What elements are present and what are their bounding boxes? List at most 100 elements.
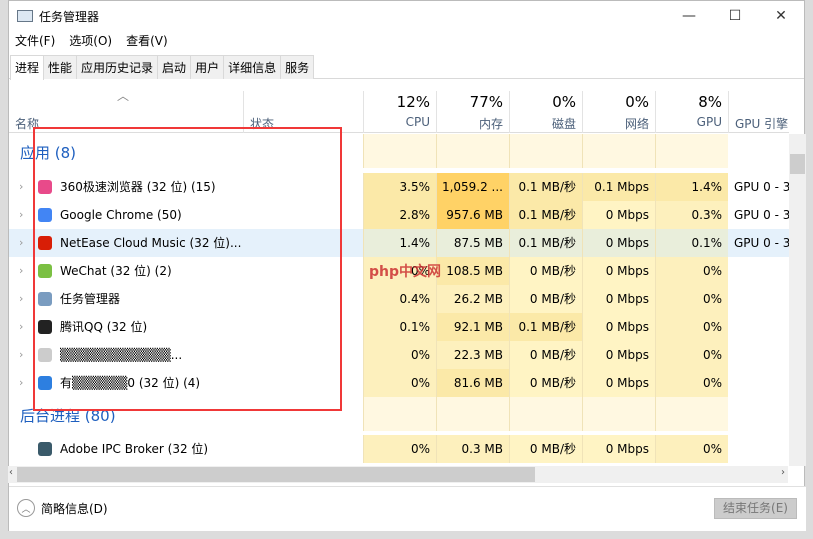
- process-row[interactable]: › ▒▒▒▒▒▒▒▒▒▒▒▒... 0% 22.3 MB 0 MB/秒 0 Mbps 0%: [9, 341, 789, 369]
- window-title: 任务管理器: [39, 9, 100, 24]
- watermark: php中文网: [369, 264, 442, 280]
- close-button[interactable]: ✕: [758, 1, 804, 31]
- gpu-value: 0%: [655, 285, 728, 313]
- empty-cell: [582, 134, 655, 168]
- gpu-engine-value: GPU 0 - 3: [734, 180, 789, 194]
- cpu-value: 3.5%: [363, 173, 436, 201]
- disk-value: 0 MB/秒: [509, 341, 582, 369]
- net-value: 0 Mbps: [582, 435, 655, 463]
- process-row[interactable]: › NetEase Cloud Music (32 位)... 1.4% 87.5 M…: [9, 229, 789, 257]
- gpu-engine-value: [728, 369, 789, 397]
- process-name: 360极速浏览器 (32 位) (15): [60, 180, 216, 194]
- 360-browser-icon: [38, 180, 52, 194]
- process-row[interactable]: › 有▒▒▒▒▒▒0 (32 位) (4) 0% 81.6 MB 0 MB/秒 0 Mbp…: [9, 369, 789, 397]
- col-disk[interactable]: 0% 磁盘: [509, 91, 582, 133]
- process-row[interactable]: › 任务管理器 0.4% 26.2 MB 0 MB/秒 0 Mbps 0%: [9, 285, 789, 313]
- gpu-engine-value: [728, 313, 789, 341]
- group-apps: 应用 (8): [9, 134, 789, 168]
- process-name: 有▒▒▒▒▒▒0 (32 位) (4): [60, 376, 201, 390]
- cpu-value: 1.4%: [363, 229, 436, 257]
- col-status[interactable]: 状态: [243, 91, 363, 133]
- wechat-icon: [38, 264, 52, 278]
- tab-details[interactable]: 详细信息: [223, 55, 282, 79]
- col-gpu-engine[interactable]: GPU 引擎: [728, 91, 798, 133]
- tab-users[interactable]: 用户: [190, 55, 225, 79]
- process-list: 应用 (8) › 360极速浏览器 (32 位) (15) 3.5% 1,059.2 .…: [9, 134, 789, 466]
- empty-cell: [509, 397, 582, 431]
- disk-value: 0 MB/秒: [509, 369, 582, 397]
- process-name: 任务管理器: [60, 292, 121, 306]
- empty-cell: [655, 397, 728, 431]
- expand-chevron-icon[interactable]: ›: [19, 369, 23, 397]
- horizontal-scrollbar[interactable]: ‹ ›: [8, 466, 788, 483]
- mem-value: 108.5 MB: [436, 257, 509, 285]
- tab-services[interactable]: 服务: [280, 55, 315, 79]
- mem-value: 26.2 MB: [436, 285, 509, 313]
- process-row[interactable]: › Google Chrome (50) 2.8% 957.6 MB 0.1 MB/秒 0…: [9, 201, 789, 229]
- process-name: 腾讯QQ (32 位): [60, 320, 148, 334]
- fewer-details-label: 简略信息(D): [41, 501, 108, 516]
- disk-value: 0.1 MB/秒: [509, 173, 582, 201]
- menu-view[interactable]: 查看(V): [126, 32, 168, 49]
- mem-value: 1,059.2 ...: [436, 173, 509, 201]
- gpu-value: 0.1%: [655, 229, 728, 257]
- task-manager-window: 任务管理器 — ☐ ✕ 文件(F) 选项(O) 查看(V) 进程 性能 应用历史…: [8, 0, 806, 531]
- empty-cell: [582, 397, 655, 431]
- tab-performance[interactable]: 性能: [43, 55, 78, 79]
- expand-chevron-icon[interactable]: ›: [19, 257, 23, 285]
- gpu-value: 0%: [655, 257, 728, 285]
- blue-app-icon: [38, 376, 52, 390]
- cpu-value: 0.1%: [363, 313, 436, 341]
- cpu-value: 0%: [363, 369, 436, 397]
- fewer-details-button[interactable]: ︿ 简略信息(D): [17, 499, 108, 517]
- menu-options[interactable]: 选项(O): [69, 32, 112, 49]
- gpu-engine-value: [728, 341, 789, 369]
- qq-icon: [38, 320, 52, 334]
- expand-chevron-icon[interactable]: ›: [19, 313, 23, 341]
- task-manager-icon: [17, 10, 33, 22]
- cpu-value: 0%: [363, 341, 436, 369]
- col-network[interactable]: 0% 网络: [582, 91, 655, 133]
- disk-value: 0 MB/秒: [509, 285, 582, 313]
- gpu-engine-value: [728, 435, 789, 463]
- empty-cell: [363, 134, 436, 168]
- tab-bar: 进程 性能 应用历史记录 启动 用户 详细信息 服务: [10, 55, 315, 80]
- gpu-value: 0%: [655, 313, 728, 341]
- expand-chevron-icon[interactable]: ›: [19, 285, 23, 313]
- tab-startup[interactable]: 启动: [157, 55, 192, 79]
- net-value: 0 Mbps: [582, 201, 655, 229]
- gpu-value: 0%: [655, 369, 728, 397]
- col-gpu[interactable]: 8% GPU: [655, 91, 728, 133]
- col-memory[interactable]: 77% 内存: [436, 91, 509, 133]
- gpu-value: 0%: [655, 435, 728, 463]
- menu-file[interactable]: 文件(F): [15, 32, 55, 49]
- expand-chevron-icon[interactable]: ›: [19, 341, 23, 369]
- expand-chevron-icon[interactable]: ›: [19, 173, 23, 201]
- vertical-scrollbar[interactable]: [789, 134, 806, 466]
- footer: ︿ 简略信息(D) 结束任务(E): [9, 486, 806, 531]
- process-row[interactable]: Adobe IPC Broker (32 位) 0% 0.3 MB 0 MB/秒 0 M…: [9, 435, 789, 463]
- process-name: Google Chrome (50): [60, 208, 182, 222]
- adobe-ipc-icon: [38, 442, 52, 456]
- tab-app-history[interactable]: 应用历史记录: [76, 55, 159, 79]
- process-row[interactable]: › 腾讯QQ (32 位) 0.1% 92.1 MB 0.1 MB/秒 0 Mbps 0%: [9, 313, 789, 341]
- process-row[interactable]: › 360极速浏览器 (32 位) (15) 3.5% 1,059.2 ... 0.1 …: [9, 173, 789, 201]
- expand-chevron-icon[interactable]: ›: [19, 201, 23, 229]
- minimize-button[interactable]: —: [666, 1, 712, 31]
- net-value: 0 Mbps: [582, 369, 655, 397]
- col-name[interactable]: 名称: [15, 115, 39, 132]
- process-name: Adobe IPC Broker (32 位): [60, 442, 209, 456]
- mem-value: 87.5 MB: [436, 229, 509, 257]
- expand-chevron-icon[interactable]: ›: [19, 229, 23, 257]
- gpu-value: 0%: [655, 341, 728, 369]
- tab-processes[interactable]: 进程: [10, 55, 45, 80]
- col-cpu[interactable]: 12% CPU: [363, 91, 436, 133]
- mem-value: 92.1 MB: [436, 313, 509, 341]
- net-value: 0 Mbps: [582, 341, 655, 369]
- maximize-button[interactable]: ☐: [712, 1, 758, 31]
- empty-cell: [509, 134, 582, 168]
- cpu-value: 0%: [363, 435, 436, 463]
- disk-value: 0.1 MB/秒: [509, 229, 582, 257]
- end-task-button[interactable]: 结束任务(E): [714, 498, 797, 519]
- mem-value: 0.3 MB: [436, 435, 509, 463]
